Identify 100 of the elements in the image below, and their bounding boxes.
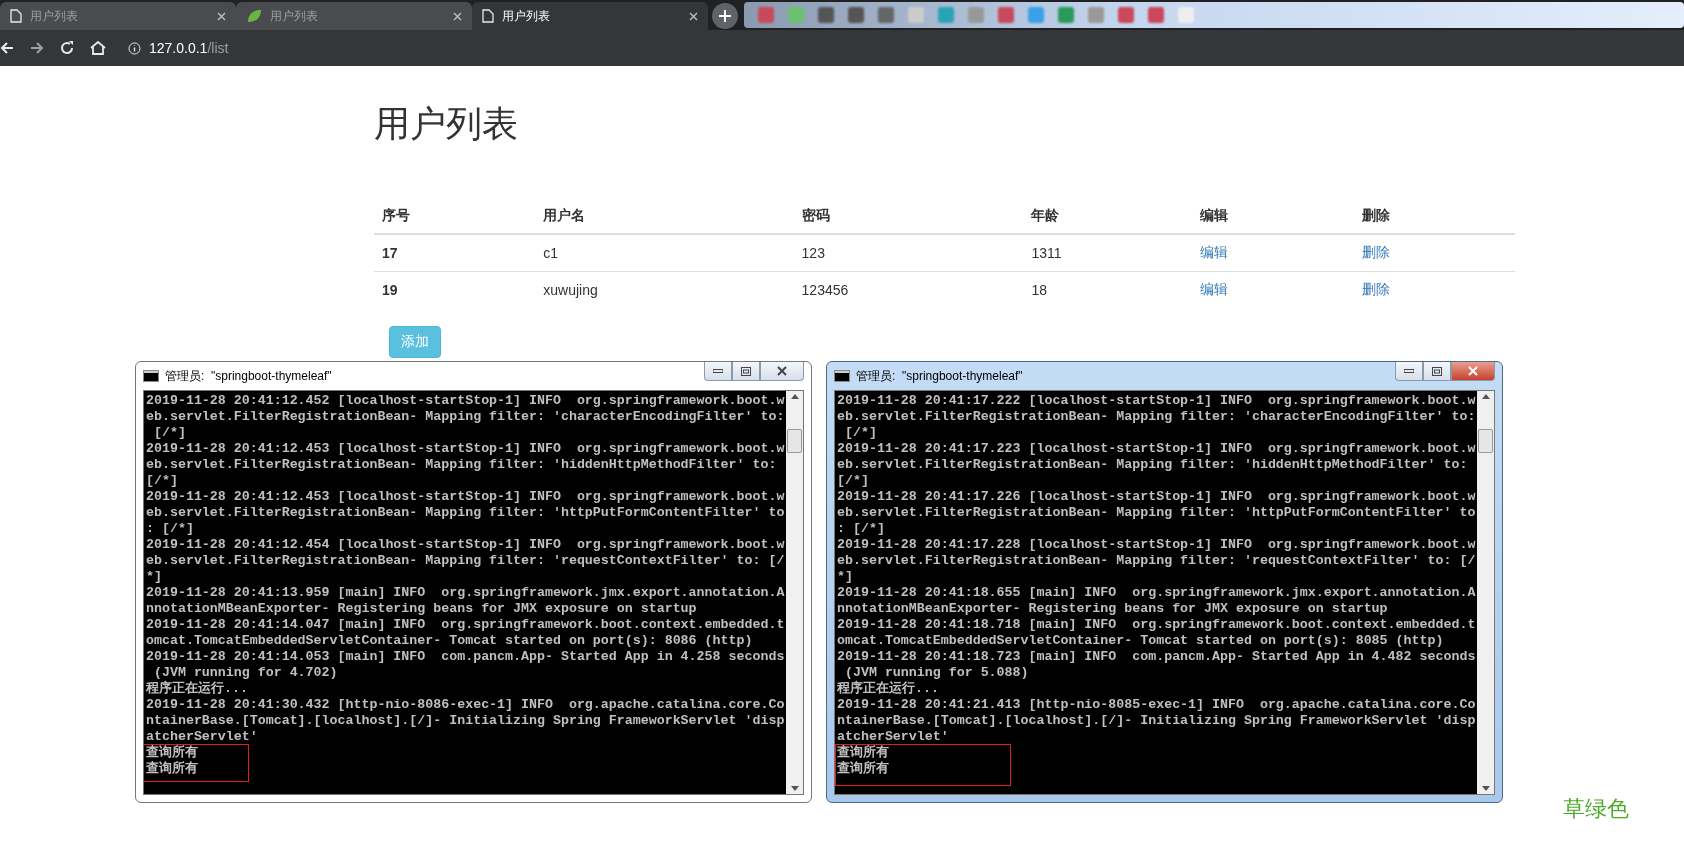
- column-header: 序号: [374, 199, 536, 234]
- table-cell: 123456: [793, 271, 1024, 308]
- console-line: eb.servlet.FilterRegistrationBean- Mapping filter: 'httpPutFormContentFilter' to: [146, 505, 785, 521]
- close-icon: [1468, 366, 1478, 376]
- console-line: atcherServlet': [146, 729, 258, 745]
- console-line: 2019-11-28 20:41:14.047 [main] INFO org.springframework.boot.context.embedded.t: [146, 617, 785, 633]
- console-line: eb.servlet.FilterRegistrationBean- Mapping filter: 'hiddenHttpMethodFilter' to:: [837, 457, 1468, 473]
- console-line: *]: [146, 569, 162, 585]
- console-line: omcat.TomcatEmbeddedServletContainer- Tomcat started on port(s): 8086 (http): [146, 633, 753, 649]
- restore-icon: [1432, 366, 1442, 376]
- console-line: atcherServlet': [837, 729, 949, 745]
- console-line: 2019-11-28 20:41:18.655 [main] INFO org.springframework.jmx.export.annotation.A: [837, 585, 1476, 601]
- page-icon: [10, 9, 22, 23]
- delete-link[interactable]: 删除: [1361, 244, 1390, 260]
- console-line: 程序正在运行...: [837, 681, 939, 697]
- console-line: 2019-11-28 20:41:12.453 [localhost-startStop-1] INFO org.springframework.boot.w: [146, 489, 785, 505]
- console-line: 2019-11-28 20:41:17.223 [localhost-startStop-1] INFO org.springframework.boot.w: [837, 441, 1476, 457]
- window-title: 管理员: "springboot-thymeleaf": [856, 367, 1023, 385]
- console-line: eb.servlet.FilterRegistrationBean- Mapping filter: 'hiddenHttpMethodFilter' to:: [146, 457, 777, 473]
- console-line: eb.servlet.FilterRegistrationBean- Mapping filter: 'characterEncodingFilter' to:: [837, 409, 1476, 425]
- console-line: (JVM running for 5.088): [843, 665, 1029, 680]
- table-cell: 17: [374, 234, 536, 272]
- browser-tab[interactable]: 用户列表: [472, 2, 708, 30]
- maximize-button[interactable]: [732, 362, 760, 381]
- console-icon: [143, 370, 159, 382]
- plus-icon: [719, 10, 731, 22]
- scrollbar-thumb[interactable]: [1478, 429, 1493, 453]
- forward-icon[interactable]: [30, 41, 44, 55]
- console-line: : [/*]: [837, 521, 885, 537]
- console-line: 2019-11-28 20:41:18.723 [main] INFO com.pancm.App- Started App in 4.482 seconds: [837, 649, 1476, 665]
- minimize-button[interactable]: [704, 362, 732, 381]
- table-cell: xuwujing: [535, 271, 794, 308]
- table-cell: 1311: [1023, 234, 1193, 272]
- browser-tab[interactable]: 用户列表: [0, 2, 236, 30]
- console-line: eb.servlet.FilterRegistrationBean- Mapping filter: 'characterEncodingFilter' to:: [146, 409, 785, 425]
- table-cell: 123: [793, 234, 1024, 272]
- edit-link[interactable]: 编辑: [1200, 281, 1229, 297]
- column-header: 用户名: [535, 199, 794, 234]
- console-line: 查询所有: [146, 745, 198, 761]
- console-line: (JVM running for 4.702): [152, 665, 338, 680]
- console-line: ntainerBase.[Tomcat].[localhost].[/]- Initializing Spring FrameworkServlet 'disp: [837, 713, 1476, 729]
- console-line: 2019-11-28 20:41:14.053 [main] INFO com.pancm.App- Started App in 4.258 seconds: [146, 649, 785, 665]
- column-header: 编辑: [1192, 199, 1354, 234]
- close-button[interactable]: [760, 362, 804, 381]
- page-title: 用户列表: [374, 102, 519, 146]
- console-line: : [/*]: [146, 521, 194, 537]
- table-cell: 19: [374, 271, 536, 308]
- console-line: 2019-11-28 20:41:30.432 [http-nio-8086-exec-1] INFO org.apache.catalina.core.Co: [146, 697, 785, 713]
- console-line: 2019-11-28 20:41:12.452 [localhost-startStop-1] INFO org.springframework.boot.w: [146, 393, 785, 409]
- console-line: 查询所有: [837, 745, 889, 761]
- close-icon[interactable]: [217, 11, 226, 21]
- console-line: eb.servlet.FilterRegistrationBean- Mapping filter: 'requestContextFilter' to: [/: [146, 553, 785, 569]
- console-line: 2019-11-28 20:41:12.453 [localhost-startStop-1] INFO org.springframework.boot.w: [146, 441, 785, 457]
- console-line: 查询所有: [146, 761, 198, 777]
- console-line: eb.servlet.FilterRegistrationBean- Mapping filter: 'requestContextFilter' to: [/: [837, 553, 1476, 569]
- console-line: 2019-11-28 20:41:13.959 [main] INFO org.springframework.jmx.export.annotation.A: [146, 585, 785, 601]
- scroll-up-icon[interactable]: [790, 394, 799, 399]
- console-line: 2019-11-28 20:41:12.454 [localhost-startStop-1] INFO org.springframework.boot.w: [146, 537, 785, 553]
- close-button[interactable]: [1451, 362, 1495, 381]
- console-line: omcat.TomcatEmbeddedServletContainer- Tomcat started on port(s): 8085 (http): [837, 633, 1444, 649]
- console-line: nnotationMBeanExporter- Registering beans for JMX exposure on startup: [837, 601, 1388, 617]
- scrollbar-thumb[interactable]: [787, 429, 802, 453]
- caption: 草绿色: [1563, 795, 1629, 823]
- close-icon[interactable]: [689, 11, 698, 21]
- console-line: 2019-11-28 20:41:17.228 [localhost-startStop-1] INFO org.springframework.boot.w: [837, 537, 1476, 553]
- back-icon[interactable]: [0, 41, 14, 55]
- column-header: 年龄: [1023, 199, 1193, 234]
- close-icon: [777, 366, 787, 376]
- scroll-down-icon[interactable]: [790, 786, 799, 791]
- address-field[interactable]: 127.0.0.1/list: [149, 40, 229, 56]
- console-line: [/*]: [837, 473, 869, 489]
- scroll-up-icon[interactable]: [1481, 394, 1490, 399]
- maximize-button[interactable]: [1423, 362, 1451, 381]
- console-line: 2019-11-28 20:41:18.718 [main] INFO org.springframework.boot.context.embedded.t: [837, 617, 1476, 633]
- page-icon: [482, 9, 494, 23]
- console-line: eb.servlet.FilterRegistrationBean- Mapping filter: 'httpPutFormContentFilter' to: [837, 505, 1476, 521]
- edit-link[interactable]: 编辑: [1200, 244, 1229, 260]
- console-line: nnotationMBeanExporter- Registering beans for JMX exposure on startup: [146, 601, 697, 617]
- console-icon: [834, 370, 850, 382]
- console-line: ntainerBase.[Tomcat].[localhost].[/]- Initializing Spring FrameworkServlet 'disp: [146, 713, 785, 729]
- info-icon[interactable]: [128, 41, 141, 55]
- close-icon[interactable]: [453, 11, 462, 21]
- console-line: 2019-11-28 20:41:21.413 [http-nio-8085-exec-1] INFO org.apache.catalina.core.Co: [837, 697, 1476, 713]
- new-tab-button[interactable]: [712, 3, 738, 29]
- console-line: *]: [837, 569, 853, 585]
- browser-tab[interactable]: 用户列表: [236, 2, 472, 30]
- home-icon[interactable]: [90, 41, 106, 55]
- window-title: 管理员: "springboot-thymeleaf": [165, 367, 332, 385]
- table-cell: 18: [1023, 271, 1193, 308]
- reload-icon[interactable]: [60, 41, 74, 55]
- delete-link[interactable]: 删除: [1361, 281, 1390, 297]
- console-line: [/*]: [152, 425, 186, 441]
- table-cell: c1: [535, 234, 794, 272]
- minimize-icon: [1404, 369, 1414, 373]
- scroll-down-icon[interactable]: [1481, 786, 1490, 791]
- console-line: 查询所有: [837, 761, 889, 777]
- leaf-icon: [246, 8, 262, 24]
- console-line: [/*]: [146, 473, 178, 489]
- minimize-button[interactable]: [1395, 362, 1423, 381]
- column-header: 密码: [793, 199, 1024, 234]
